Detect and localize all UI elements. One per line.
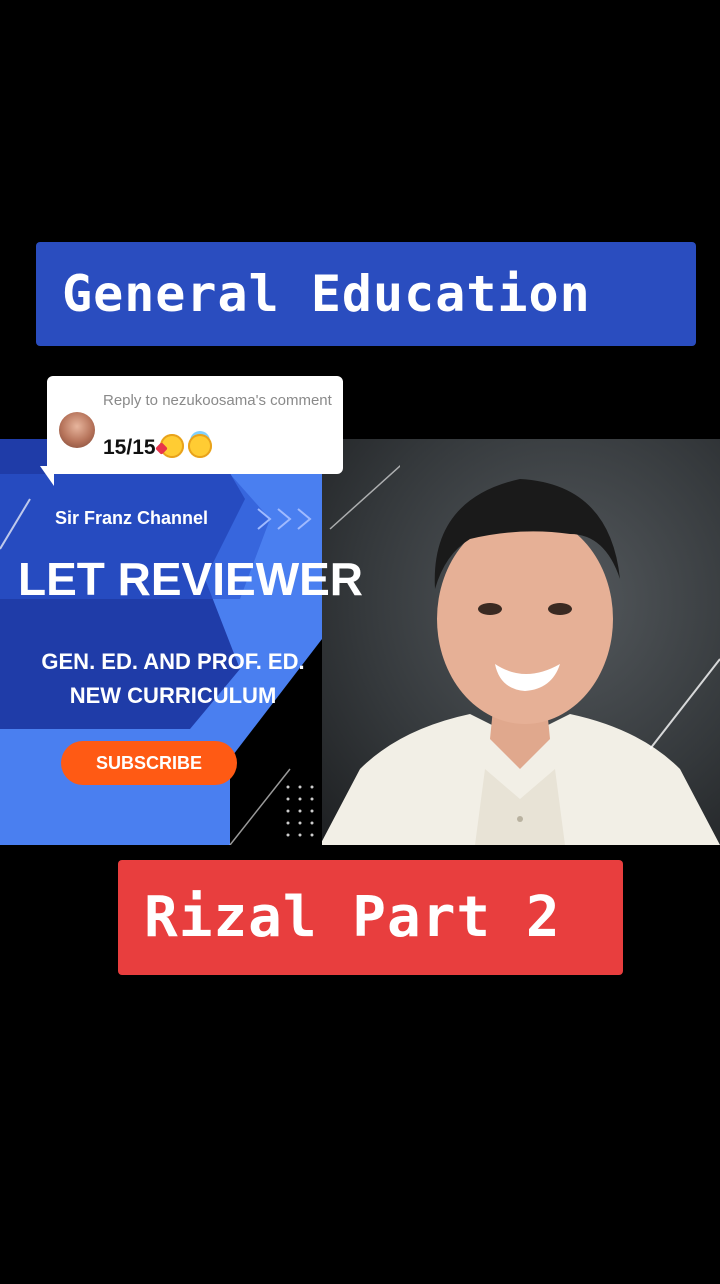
title-banner: General Education: [36, 242, 696, 346]
reply-to-label: Reply to nezukoosama's comment: [103, 392, 332, 409]
thumbnail-subline: GEN. ED. AND PROF. ED. NEW CURRICULUM: [0, 645, 346, 713]
subscribe-button[interactable]: SUBSCRIBE: [61, 741, 237, 785]
subline-1: GEN. ED. AND PROF. ED.: [41, 649, 305, 674]
video-thumbnail[interactable]: Sir Franz Channel LET REVIEWER GEN. ED. …: [0, 439, 720, 845]
smiling-face-with-halo-icon: [187, 434, 212, 458]
thumbnail-headline: LET REVIEWER: [18, 553, 364, 605]
decorative-lines: [649, 658, 720, 750]
channel-name: Sir Franz Channel: [55, 508, 209, 528]
subtitle-text: Rizal Part 2: [144, 885, 561, 950]
title-text: General Education: [62, 265, 591, 323]
score-text: 15/15: [103, 436, 156, 459]
subline-2: NEW CURRICULUM: [69, 683, 277, 708]
subtitle-banner: Rizal Part 2: [118, 860, 623, 975]
commenter-avatar[interactable]: [59, 412, 95, 448]
smiling-face-with-hearts-icon: [159, 434, 184, 458]
comment-text: 15/15: [103, 434, 212, 460]
